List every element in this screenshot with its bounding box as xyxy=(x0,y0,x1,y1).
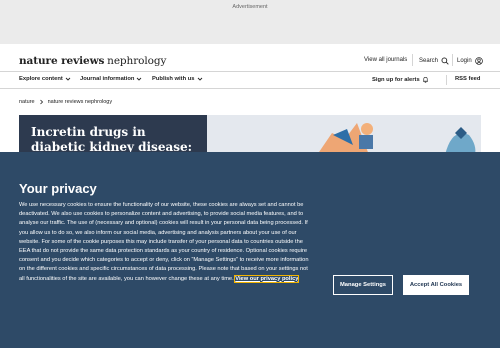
accept-all-cookies-button[interactable]: Accept All Cookies xyxy=(403,275,469,295)
nav-journal-information-label: Journal information xyxy=(80,76,135,82)
nav-explore-content-label: Explore content xyxy=(19,76,63,82)
search-label: Search xyxy=(419,58,439,64)
journal-logo[interactable]: nature reviews nephrology xyxy=(19,55,166,67)
search-button[interactable]: Search xyxy=(419,57,449,65)
manage-settings-button[interactable]: Manage Settings xyxy=(333,275,393,295)
login-button[interactable]: Login xyxy=(457,57,483,65)
view-all-journals-link[interactable]: View all journals xyxy=(364,57,407,63)
nav-publish-with-us-label: Publish with us xyxy=(152,76,195,82)
logo-primary: nature reviews xyxy=(19,55,105,67)
banner-illustration xyxy=(207,115,481,155)
cookie-dialog-title: Your privacy xyxy=(19,181,97,196)
header-divider xyxy=(412,54,413,66)
search-icon xyxy=(441,57,449,65)
rss-feed-label: RSS feed xyxy=(455,76,481,82)
user-icon xyxy=(474,57,483,65)
rss-feed-link[interactable]: RSS feed xyxy=(455,76,480,82)
sign-up-for-alerts-label: Sign up for alerts xyxy=(372,76,420,83)
breadcrumb-item-journal: nature reviews nephrology xyxy=(47,99,113,105)
nav-explore-content[interactable]: Explore content xyxy=(19,76,71,82)
cookie-body-text: We use necessary cookies to ensure the f… xyxy=(19,202,309,282)
cookie-consent-dialog: Your privacy We use necessary cookies to… xyxy=(0,152,500,348)
header-divider xyxy=(452,54,453,66)
chevron-right-icon xyxy=(39,99,43,105)
breadcrumb: nature nature reviews nephrology xyxy=(19,99,112,105)
view-all-journals-label: View all journals xyxy=(364,57,408,63)
advertisement-bar: Advertisement xyxy=(0,0,500,44)
chevron-down-icon xyxy=(137,77,142,81)
chevron-down-icon xyxy=(197,77,202,81)
login-label: Login xyxy=(457,58,472,64)
logo-secondary: nephrology xyxy=(107,55,167,67)
bell-icon xyxy=(422,76,428,83)
illustration-icon xyxy=(317,123,476,155)
sign-up-for-alerts-link[interactable]: Sign up for alerts xyxy=(372,76,429,83)
nav-divider xyxy=(446,75,447,85)
nav-journal-information[interactable]: Journal information xyxy=(80,76,142,82)
breadcrumb-item-nature[interactable]: nature xyxy=(19,99,35,105)
main-navigation: Explore content Journal information Publ… xyxy=(0,71,500,89)
advertisement-label: Advertisement xyxy=(232,4,268,10)
privacy-policy-link[interactable]: View our privacy policy xyxy=(233,274,300,284)
banner-title: Incretin drugs in diabetic kidney diseas… xyxy=(31,125,193,154)
nav-publish-with-us[interactable]: Publish with us xyxy=(152,76,203,82)
site-header: nature reviews nephrology View all journ… xyxy=(0,44,500,71)
chevron-down-icon xyxy=(65,77,71,81)
cookie-dialog-body: We use necessary cookies to ensure the f… xyxy=(19,201,314,284)
featured-banner[interactable]: Incretin drugs in diabetic kidney diseas… xyxy=(19,115,481,155)
